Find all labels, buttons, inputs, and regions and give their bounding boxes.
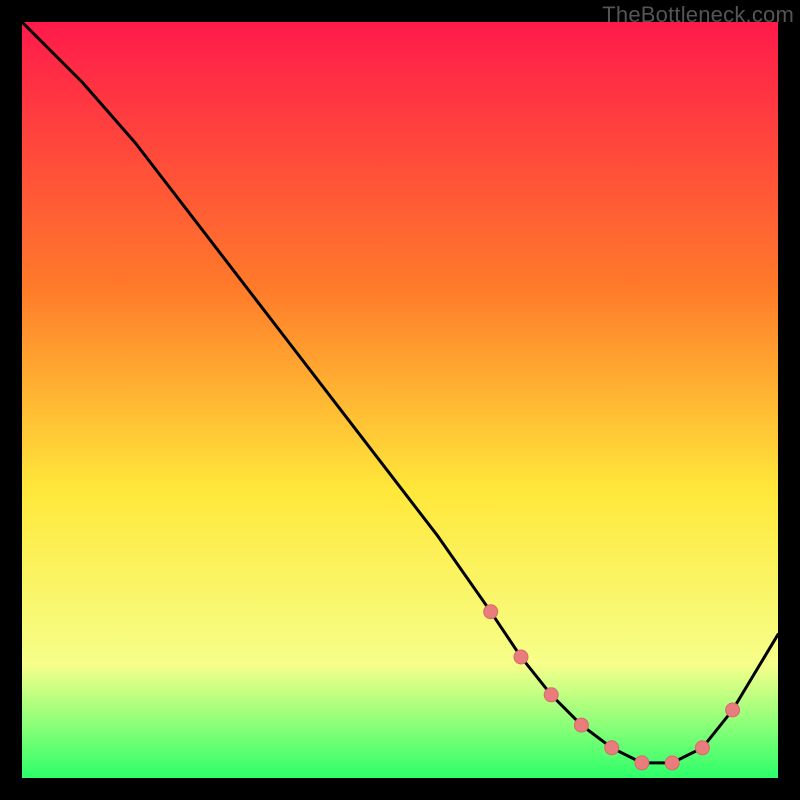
curve-marker: [665, 756, 679, 770]
plot-area: [22, 22, 778, 778]
curve-marker: [484, 605, 498, 619]
chart-stage: TheBottleneck.com: [0, 0, 800, 800]
chart-svg: [22, 22, 778, 778]
curve-marker: [514, 650, 528, 664]
curve-marker: [695, 741, 709, 755]
curve-marker: [605, 741, 619, 755]
background-gradient: [22, 22, 778, 778]
curve-marker: [726, 703, 740, 717]
watermark-text: TheBottleneck.com: [602, 2, 794, 28]
curve-marker: [544, 688, 558, 702]
curve-marker: [574, 718, 588, 732]
curve-marker: [635, 756, 649, 770]
